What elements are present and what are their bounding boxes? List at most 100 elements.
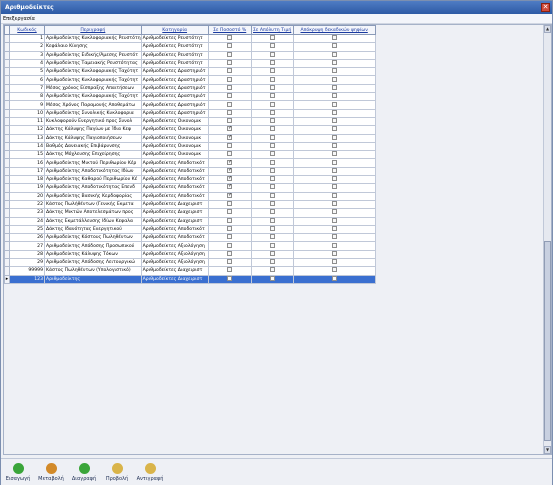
checkbox-hide[interactable] [331,259,337,265]
checkbox-hide[interactable] [331,226,337,231]
checkbox-hide[interactable] [331,43,337,49]
cell-desc[interactable]: Αριθμοδείκτης Κυκλοφοριακής Ταχύτητ [44,92,142,102]
cell-cat[interactable]: Αριθμοδείκτες Διαχειριστ [140,208,209,218]
cell-code[interactable]: 2 [9,42,45,52]
menu-item-tools[interactable]: Επεξεργασία [3,16,35,22]
cell-code[interactable]: 4 [9,58,45,69]
cell-code[interactable]: 16 [9,158,45,168]
cell-code[interactable]: 7 [9,83,45,94]
cell-code[interactable]: 15 [9,150,45,160]
cell-desc[interactable]: Κάστος Πωληθέντων (Υπολογιστικό) [44,266,142,276]
cell-cat[interactable]: Αριθμοδείκτες Αξιολόγηση [140,249,209,260]
checkbox-hide[interactable] [331,85,337,90]
checkbox-hide[interactable] [331,60,337,66]
table-row[interactable]: 22 Κάστος Πωλήθέντων (Γενικής Εκμετα Αριθμ… [4,199,376,210]
view-button[interactable]: Προβολή [102,463,132,485]
checkbox-pct[interactable] [227,226,233,231]
column-header-category[interactable]: Κατηγορία [140,25,209,35]
checkbox-abs[interactable] [269,52,275,57]
checkbox-hide[interactable] [331,52,337,57]
table-row[interactable]: 12 Δάκτης Κάλυψης Παγίων με Ίδια Κεφ Αριθμ… [4,125,376,135]
checkbox-abs[interactable] [269,234,275,240]
checkbox-pct[interactable] [227,52,233,57]
table-row[interactable]: 17 Αριθμοδείκτης Αποδοτικότητας Ιδίων Αριθ… [4,166,376,177]
checkbox-pct[interactable] [227,193,232,199]
checkbox-pct[interactable] [227,159,232,166]
checkbox-pct[interactable] [227,218,233,223]
cell-desc[interactable]: Δάκτης Μικτών Αποτελεσμάτων προς [44,208,142,218]
cell-desc[interactable]: Κάστος Πωλήθέντων (Γενικής Εκμετα [44,199,142,210]
edit-button[interactable]: Μεταβολή [36,463,66,485]
cell-desc[interactable]: Δάκτης Εκμετάλλευσης Ιδίων Κεφαλα [44,216,142,226]
checkbox-abs[interactable] [269,251,275,256]
cell-cat[interactable]: Αριθμοδείκτες Αποδοτικότ [140,158,209,168]
cell-code[interactable]: 8 [9,92,45,102]
checkbox-pct[interactable] [227,151,233,157]
checkbox-abs[interactable] [269,226,275,231]
indicators-grid[interactable]: Κωδικός Περιγραφή Κατηγορία Σε Ποσοστό % Σε … [3,24,552,455]
cell-desc[interactable]: Αριθμοδείκτης Κυκλοφοριακής Ρευστότη [44,33,142,44]
checkbox-pct[interactable] [227,259,233,265]
cell-desc[interactable]: Αριθμοδείκτης Βασικής Κερδοφορίας [44,191,142,201]
checkbox-hide[interactable] [331,68,337,74]
checkbox-abs[interactable] [269,85,275,90]
cell-desc[interactable]: Δάκτης Μόχλευσης Επιχείρησης [44,150,142,160]
checkbox-abs[interactable] [269,193,275,198]
table-row[interactable]: 20 Αριθμοδείκτης Βασικής Κερδοφορίας Αριθμ… [4,191,376,201]
table-row[interactable]: 23 Δάκτης Μικτών Αποτελεσμάτων προς Αριθμο… [4,208,376,218]
table-row[interactable]: 3 Αριθμοδείκτης Ειδικής/Άμεσης Ρευστότ Αρι… [4,50,376,60]
cell-cat[interactable]: Αριθμοδείκτες Αποδοτικότ [140,166,209,177]
column-header-description[interactable]: Περιγραφή [44,25,142,35]
cell-cat[interactable]: Αριθμοδείκτες Ρευστότητ [140,42,209,52]
checkbox-pct[interactable] [227,209,233,215]
checkbox-hide[interactable] [331,234,337,240]
cell-desc[interactable]: Αριθμοδείκτης Απόδοσης Προσωπικού [44,241,142,251]
table-row[interactable]: 5 Αριθμοδείκτης Κυκλοφοριακής Ταχύτητ Αριθ… [4,67,376,77]
checkbox-pct[interactable] [227,276,233,281]
checkbox-hide[interactable] [331,242,337,248]
table-row[interactable]: 10 Αριθμοδείκτης Συνολικής Κυκλοφορια Αριθ… [4,108,376,118]
cell-cat[interactable]: Αριθμοδείκτες Δραστηριότ [140,92,209,102]
checkbox-abs[interactable] [269,168,275,173]
checkbox-abs[interactable] [269,43,275,49]
checkbox-abs[interactable] [269,184,275,190]
checkbox-abs[interactable] [269,209,275,215]
table-row[interactable]: ▸ 123 Αριθμοδείκτης Αριθμοδείκτες Διαχειρισ… [4,274,376,284]
checkbox-pct[interactable] [227,135,232,141]
scroll-thumb[interactable] [544,241,551,441]
checkbox-pct[interactable] [227,267,233,273]
cell-desc[interactable]: Μέσος χρόνος Είσπραξης Απαιτήσεων [44,83,142,94]
table-row[interactable]: 24 Δάκτης Εκμετάλλευσης Ιδίων Κεφαλα Αριθμ… [4,216,376,226]
checkbox-pct[interactable] [227,85,233,90]
checkbox-hide[interactable] [331,126,337,132]
checkbox-pct[interactable] [227,43,233,49]
checkbox-hide[interactable] [331,276,337,281]
new-button[interactable]: Εισαγωγή [3,463,33,485]
table-row[interactable]: 7 Μέσος χρόνος Είσπραξης Απαιτήσεων Αριθμο… [4,83,376,94]
cell-code[interactable]: 12 [9,125,45,135]
cell-desc[interactable]: Αριθμοδείκτης Κάλυψης Τόκων [44,249,142,260]
table-row[interactable]: 13 Δάκτης Κάλυψης Παγιοποιήσεων Αριθμοδείκ… [4,133,376,143]
table-row[interactable]: 8 Αριθμοδείκτης Κυκλοφοριακής Ταχύτητ Αριθ… [4,92,376,102]
checkbox-abs[interactable] [269,35,275,41]
cell-cat[interactable]: Αριθμοδείκτες Οικονομικ [140,125,209,135]
checkbox-pct[interactable] [227,168,232,174]
table-row[interactable]: 1 Αριθμοδείκτης Κυκλοφοριακής Ρευστότη Αρι… [4,33,376,44]
checkbox-pct[interactable] [227,234,233,240]
checkbox-hide[interactable] [331,159,337,165]
checkbox-pct[interactable] [227,242,233,248]
checkbox-hide[interactable] [331,209,337,215]
cell-cat[interactable]: Αριθμοδείκτες Δραστηριότ [140,100,209,110]
cell-code[interactable]: 10 [9,108,45,118]
table-row[interactable]: 26 Αριθμοδείκτης Κόστους Πωληθέντων Αριθμο… [4,233,376,243]
column-header-absolute[interactable]: Σε Απόλυτη Τιμή [250,25,294,35]
cell-code[interactable]: 28 [9,249,45,260]
checkbox-pct[interactable] [227,101,233,107]
cell-code[interactable]: 22 [9,199,45,210]
checkbox-abs[interactable] [269,201,275,207]
table-row[interactable]: 19 Αριθμοδείκτης Αποδοτικότητας Επενδ Αριθ… [4,183,376,193]
cell-desc[interactable]: Αριθμοδείκτης Κυκλοφοριακής Ταχύτητ [44,67,142,77]
checkbox-abs[interactable] [269,143,275,148]
checkbox-hide[interactable] [331,151,337,157]
checkbox-abs[interactable] [269,93,275,99]
